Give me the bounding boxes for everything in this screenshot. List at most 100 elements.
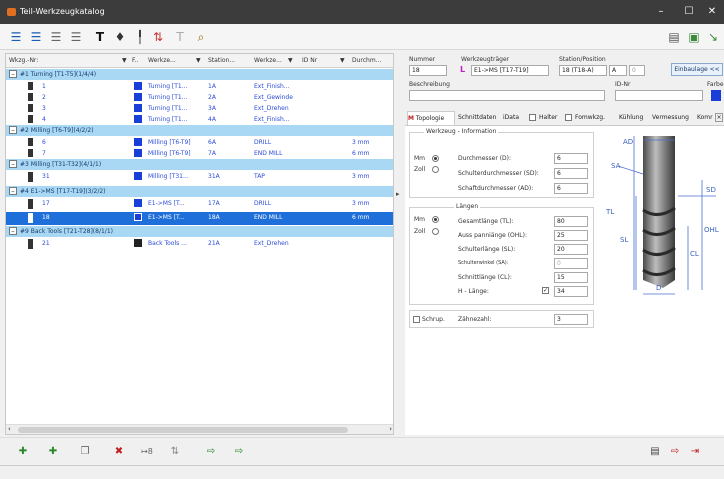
splitter-arrow-icon[interactable]: ▸ xyxy=(396,190,400,198)
collapse-icon[interactable]: – xyxy=(9,160,17,168)
schulterdurchmesser-field[interactable]: 6 xyxy=(554,168,588,179)
import-tool-icon[interactable]: ⇨ xyxy=(204,445,218,459)
position-number[interactable]: 0 xyxy=(629,65,645,76)
col-werkzeug[interactable]: Werkze... xyxy=(254,57,282,64)
exit-icon[interactable]: ⇥ xyxy=(688,445,702,459)
table-row[interactable]: 17 E1->MS [T... 17A DRILL 3 mm xyxy=(6,198,393,212)
delete-icon[interactable]: ✖ xyxy=(112,445,126,459)
tool-icon[interactable]: ♦ xyxy=(112,29,128,45)
traeger-select[interactable]: E1->MS [T17-T19] xyxy=(471,65,549,76)
tab-schnittdaten[interactable]: Schnittdaten xyxy=(458,111,496,125)
tool-table[interactable]: Wkzg.-Nr: ▼ F.. Werkze... ▼ Station... W… xyxy=(5,53,394,435)
import-icon[interactable]: ↘ xyxy=(705,29,721,45)
halter-check[interactable] xyxy=(529,114,536,121)
h-laenge-check[interactable]: ✓ xyxy=(542,287,549,294)
schulterlaenge-field[interactable]: 20 xyxy=(554,244,588,255)
table-row-selected[interactable]: 18 E1->MS [T... 18A END MILL 6 mm xyxy=(6,212,393,225)
sort-icon[interactable]: ⇅ xyxy=(150,29,166,45)
tab-topologie[interactable]: M Topologie xyxy=(407,111,455,125)
col-wkzg-nr[interactable]: Wkzg.-Nr: xyxy=(9,57,38,64)
station-select[interactable]: 18 (T18-A) xyxy=(559,65,607,76)
col-farbe[interactable]: F.. xyxy=(132,57,138,64)
tab-halter[interactable]: Halter xyxy=(539,111,557,125)
gesamtlaenge-field[interactable]: 80 xyxy=(554,216,588,227)
collapse-icon[interactable]: – xyxy=(9,70,17,78)
table-row[interactable]: 31 Milling [T31... 31A TAP 3 mm xyxy=(6,171,393,185)
collapse-icon[interactable]: – xyxy=(9,126,17,134)
filter-icon[interactable]: T xyxy=(172,29,188,45)
scroll-right-icon[interactable]: › xyxy=(389,425,392,433)
marker-icon[interactable]: ╿ xyxy=(132,29,148,45)
schulterwinkel-field[interactable]: 0 xyxy=(554,258,588,269)
tab-vermessung[interactable]: Vermessung xyxy=(652,111,689,125)
zaehnezahl-field[interactable]: 3 xyxy=(554,314,588,325)
apply-icon[interactable]: ⇨ xyxy=(668,445,682,459)
idnr-field[interactable] xyxy=(615,90,703,101)
ausspannlaenge-field[interactable]: 25 xyxy=(554,230,588,241)
col-id-nr[interactable]: ID Nr xyxy=(302,57,317,64)
durchmesser-field[interactable]: 6 xyxy=(554,153,588,164)
table-row[interactable]: 4 Turning [T1... 4A Ext_Finish... xyxy=(6,114,393,125)
farbe-swatch[interactable] xyxy=(711,90,721,101)
renumber-icon[interactable]: ↦8 xyxy=(140,445,154,459)
scroll-thumb[interactable] xyxy=(18,427,348,433)
position-select[interactable]: A xyxy=(609,65,627,76)
formwkzg-check[interactable] xyxy=(565,114,572,121)
schnittlaenge-field[interactable]: 15 xyxy=(554,272,588,283)
maximize-button[interactable]: ☐ xyxy=(682,5,696,19)
close-button[interactable]: ✕ xyxy=(705,5,719,19)
table-row[interactable]: 7 Milling [T6-T9] 7A END MILL 6 mm xyxy=(6,148,393,159)
move-icon[interactable]: ⇅ xyxy=(168,445,182,459)
export-tool-icon[interactable]: ⇨ xyxy=(232,445,246,459)
minimize-button[interactable]: – xyxy=(654,5,668,19)
schaftdurchmesser-field[interactable]: 6 xyxy=(554,183,588,194)
table-row[interactable]: 6 Milling [T6-T9] 6A DRILL 3 mm xyxy=(6,137,393,148)
table-row[interactable]: 1 Turning [T1... 1A Ext_Finish... xyxy=(6,81,393,92)
nummer-field[interactable]: 18 xyxy=(409,65,447,76)
view-list-2-icon[interactable]: ☰ xyxy=(28,29,44,45)
table-row[interactable]: 2 Turning [T1... 2A Ext_Gewinde xyxy=(6,92,393,103)
table-row[interactable]: 3 Turning [T1... 3A Ext_Drehen xyxy=(6,103,393,114)
view-list-4-icon[interactable]: ☰ xyxy=(68,29,84,45)
group-row[interactable]: – #9 Back Tools [T21-T28](8/1/1) xyxy=(6,226,393,237)
mm-radio[interactable] xyxy=(432,216,439,223)
binoculars-icon[interactable]: ⌕ xyxy=(193,29,209,45)
tab-komp[interactable]: Komr xyxy=(697,111,713,125)
tab-scroll-icon[interactable]: × xyxy=(715,113,723,122)
sort-icon[interactable]: ▼ xyxy=(340,57,345,64)
add-tool-icon[interactable]: ✚ xyxy=(16,445,30,459)
layout-icon[interactable]: ▤ xyxy=(666,29,682,45)
beschreibung-field[interactable] xyxy=(409,90,605,101)
collapse-icon[interactable]: – xyxy=(9,227,17,235)
save-icon[interactable]: ▤ xyxy=(648,445,662,459)
table-row[interactable]: 21 Back Tools ... 21A Ext_Drehen xyxy=(6,238,393,251)
collapse-icon[interactable]: – xyxy=(9,187,17,195)
scroll-left-icon[interactable]: ‹ xyxy=(8,425,11,433)
group-row[interactable]: – #3 Milling [T31-T32](4/1/1) xyxy=(6,159,393,170)
group-row[interactable]: – #1 Turning [T1-T5](1/4/4) xyxy=(6,69,393,80)
col-station[interactable]: Station... xyxy=(208,57,235,64)
text-tool-icon[interactable]: T xyxy=(92,29,108,45)
mm-radio[interactable] xyxy=(432,155,439,162)
export-icon[interactable]: ▣ xyxy=(686,29,702,45)
tab-formwkzg[interactable]: Fomwkzg. xyxy=(575,111,605,125)
sort-icon[interactable]: ▼ xyxy=(122,57,127,64)
add-holder-icon[interactable]: ✚ xyxy=(46,445,60,459)
zoll-radio[interactable] xyxy=(432,228,439,235)
zoll-radio[interactable] xyxy=(432,166,439,173)
group-row[interactable]: – #2 Milling [T6-T9](4/2/2) xyxy=(6,125,393,136)
tab-kuehlung[interactable]: Kühlung xyxy=(619,111,643,125)
horizontal-scrollbar[interactable]: ‹ › xyxy=(6,424,393,434)
h-laenge-field[interactable]: 34 xyxy=(554,286,588,297)
col-durchmesser[interactable]: Durchm... xyxy=(352,57,381,64)
sort-icon[interactable]: ▼ xyxy=(288,57,293,64)
einbaulage-button[interactable]: Einbaulage << xyxy=(671,63,723,76)
schrupp-check[interactable] xyxy=(413,316,420,323)
view-list-1-icon[interactable]: ☰ xyxy=(8,29,24,45)
sort-icon[interactable]: ▼ xyxy=(196,57,201,64)
tab-idata[interactable]: iData xyxy=(503,111,519,125)
col-werkzeugtraeger[interactable]: Werkze... xyxy=(148,57,176,64)
group-row[interactable]: – #4 E1->MS [T17-T19](3/2/2) xyxy=(6,186,393,197)
copy-icon[interactable]: ❐ xyxy=(78,445,92,459)
view-list-3-icon[interactable]: ☰ xyxy=(48,29,64,45)
